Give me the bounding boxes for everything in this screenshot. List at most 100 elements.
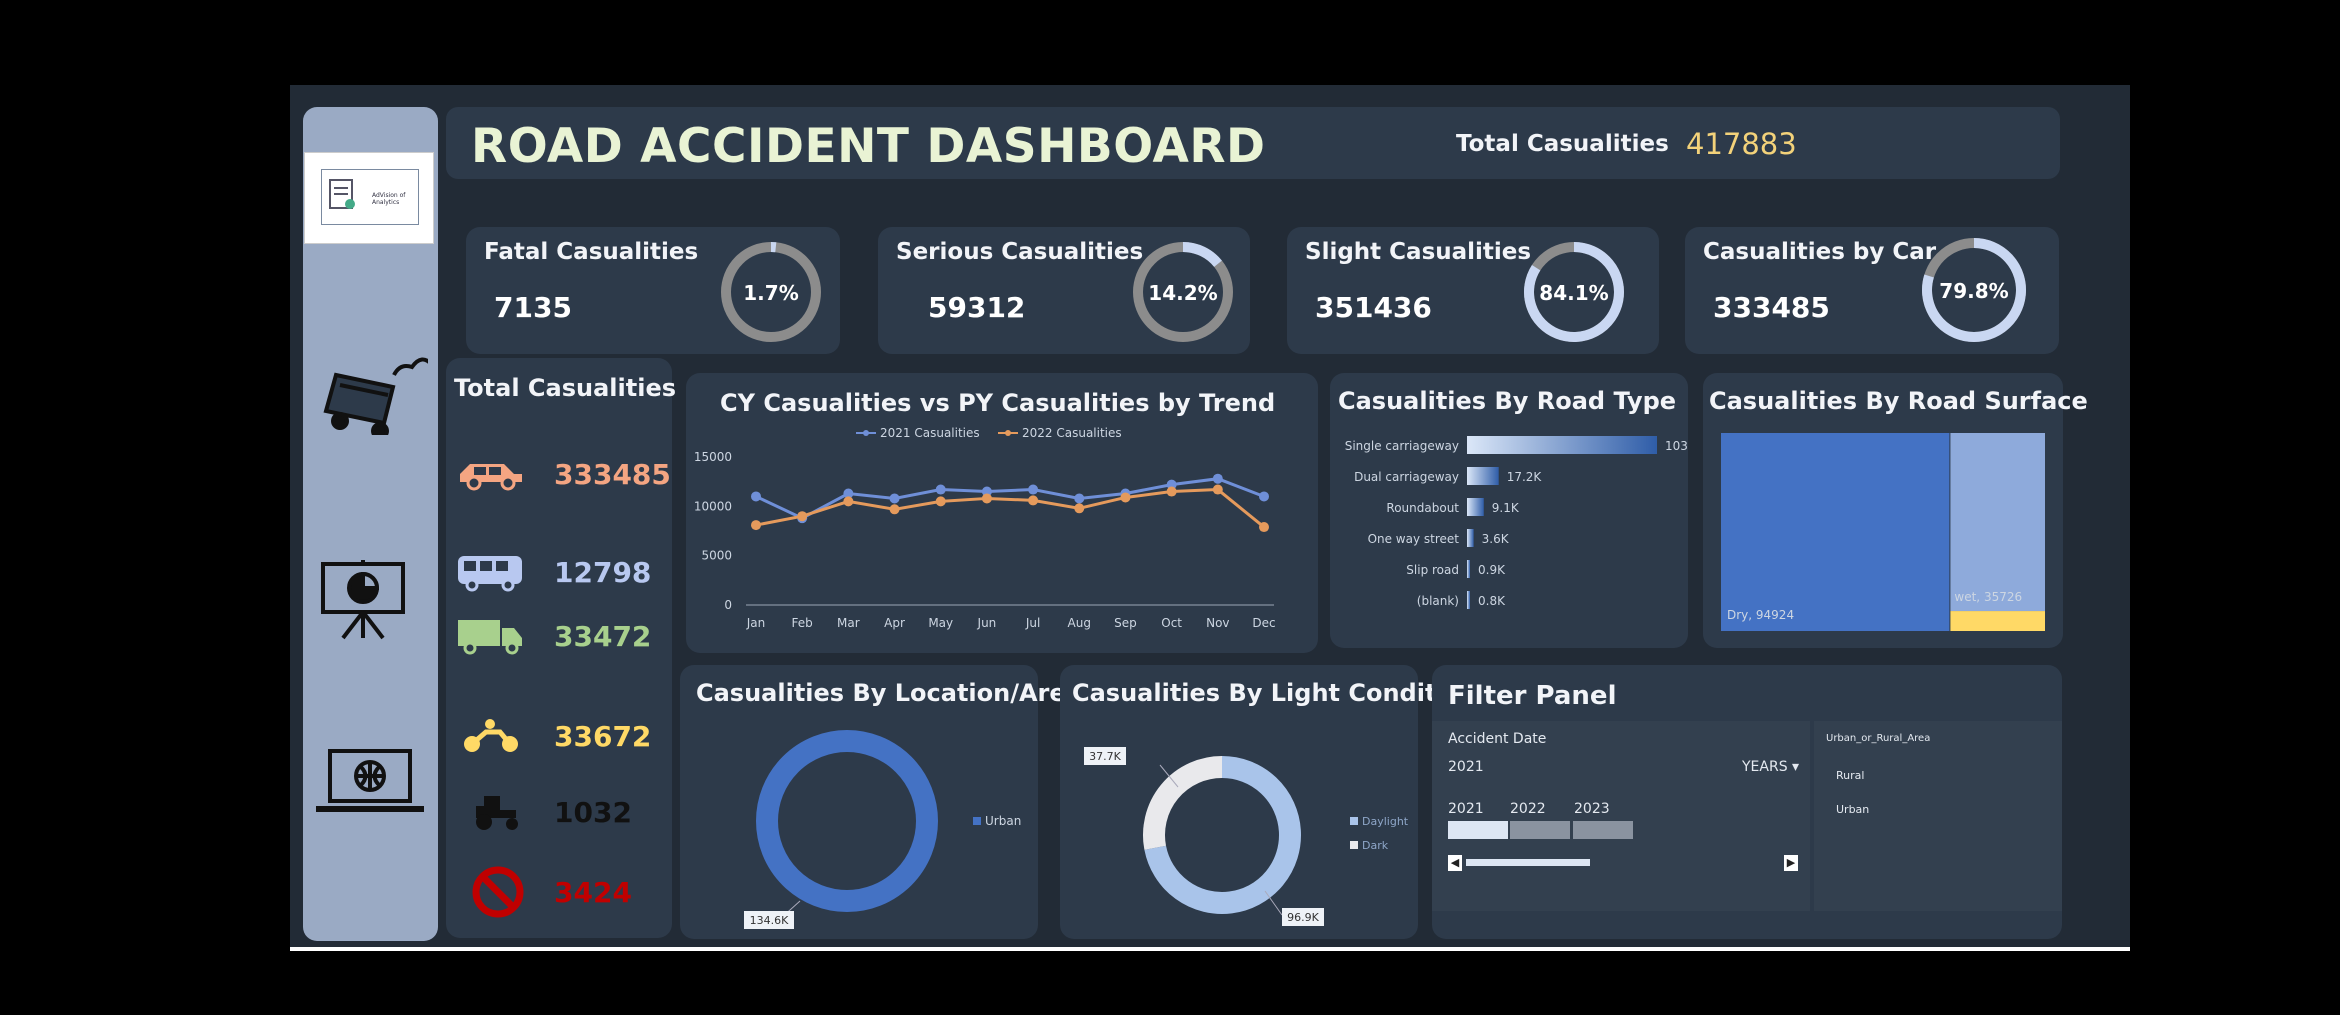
granularity-label: YEARS	[1742, 759, 1788, 775]
car-icon	[460, 464, 522, 491]
bar-category-label: One way street	[1368, 532, 1460, 546]
vehicle-totals-card: Total Casualities 333485 12798 33472 336…	[446, 358, 676, 938]
bar-category-label: Single carriageway	[1345, 439, 1459, 453]
motorcycle-icon	[464, 719, 518, 752]
treemap-cell-other	[1950, 611, 2045, 631]
area-option-rural[interactable]: Rural	[1836, 769, 1864, 782]
header-bar: ROAD ACCIDENT DASHBOARD Total Casualitie…	[446, 107, 2060, 179]
truck-icon	[458, 620, 522, 655]
data-point	[1120, 492, 1131, 503]
vehicle-value: 33472	[554, 620, 652, 653]
kpi-card-fatal[interactable]: Fatal Casualities 7135 1.7%	[466, 227, 840, 354]
chart-title: Casualities By Light Conditions	[1072, 679, 1493, 707]
kpi-percent: 84.1%	[1539, 281, 1608, 305]
chart-title: Casualities By Road Surface	[1709, 387, 2088, 415]
bar	[1467, 498, 1484, 516]
legend-label: 2022 Casualities	[1022, 426, 1122, 440]
vehicle-row-bus[interactable]: 12798	[446, 548, 676, 598]
kpi-ring-fill	[1182, 242, 1222, 268]
y-tick-label: 0	[724, 598, 732, 612]
bar-category-label: Roundabout	[1386, 501, 1459, 515]
vehicle-row-car[interactable]: 333485	[446, 450, 676, 500]
x-tick-label: Feb	[792, 616, 813, 630]
bar-value-label: 103.1K	[1665, 439, 1688, 453]
date-slicer[interactable]: Accident Date 2021 YEARS ▾ 2021 2022 202…	[1432, 721, 1810, 911]
legend-label: 2021 Casualities	[880, 426, 980, 440]
kpi-card-serious[interactable]: Serious Casualities 59312 14.2%	[878, 227, 1250, 354]
data-point	[1028, 495, 1039, 506]
kpi-title: Slight Casualities	[1305, 239, 1532, 265]
kpi-card-car[interactable]: Casualities by Car 333485 79.8%	[1685, 227, 2059, 354]
scroll-left-button[interactable]: ◀	[1448, 855, 1462, 871]
data-point	[1166, 486, 1177, 497]
road-surface-card: Casualities By Road Surface Dry, 94924 we…	[1703, 373, 2088, 648]
chart-title: CY Casualities vs PY Casualities by Tren…	[720, 389, 1276, 417]
tractor-icon	[476, 796, 518, 830]
bar	[1467, 560, 1470, 578]
year-label-2022: 2022	[1510, 801, 1546, 817]
data-point	[843, 496, 854, 507]
treemap-cell-wet	[1950, 433, 2045, 612]
bar-value-label: 3.6K	[1482, 532, 1510, 546]
vehicle-row-truck[interactable]: 33472	[446, 612, 676, 662]
vehicle-row-tractor[interactable]: 1032	[446, 788, 676, 838]
legend-label: Daylight	[1362, 815, 1409, 828]
series-line	[755, 488, 1265, 529]
donut-slice	[1143, 756, 1223, 850]
treemap-label: Dry, 94924	[1727, 608, 1794, 622]
bar-value-label: 9.1K	[1492, 501, 1520, 515]
logo-text: AdVision of Analytics	[372, 192, 406, 206]
trend-line-chart: 2021 Casualities 2022 Casualities 0 5000 100…	[694, 426, 1276, 630]
kpi-value: 59312	[928, 291, 1026, 324]
timeline-scrollbar[interactable]	[1466, 859, 1590, 866]
kpi-value: 333485	[1713, 291, 1830, 324]
crash-car-icon[interactable]	[318, 335, 428, 435]
legend-marker	[863, 430, 869, 436]
bar-category-label: Slip road	[1406, 563, 1459, 577]
granularity-dropdown[interactable]: YEARS ▾	[1742, 759, 1799, 775]
bar-category-label: (blank)	[1417, 594, 1459, 608]
area-option-urban[interactable]: Urban	[1836, 803, 1869, 816]
scroll-right-button[interactable]: ▶	[1784, 855, 1798, 871]
data-point	[1074, 503, 1085, 514]
road-type-card: Casualities By Road Type Single carriage…	[1330, 373, 1688, 648]
laptop-icon[interactable]	[314, 747, 426, 817]
vehicle-row-other[interactable]: 3424	[446, 866, 676, 918]
kpi-title: Casualities by Car	[1703, 239, 1937, 265]
legend-label: Dark	[1362, 839, 1389, 852]
kpi-value: 351436	[1315, 291, 1432, 324]
year-label-2023: 2023	[1574, 801, 1610, 817]
data-point	[1074, 493, 1085, 504]
x-tick-label: Mar	[837, 616, 860, 630]
x-tick-label: May	[928, 616, 953, 630]
data-point	[889, 504, 900, 515]
road-surface-treemap: Dry, 94924 wet, 35726	[1721, 433, 2045, 631]
data-point	[1259, 522, 1269, 533]
bar	[1467, 467, 1499, 485]
year-label-2021: 2021	[1448, 801, 1484, 817]
vehicle-row-motorcycle[interactable]: 33672	[446, 712, 676, 762]
x-tick-label: Oct	[1161, 616, 1182, 630]
filter-panel: Filter Panel Accident Date 2021 YEARS ▾ …	[1432, 665, 2062, 939]
x-tick-label: Jul	[1025, 616, 1040, 630]
data-point	[1028, 484, 1039, 495]
data-point	[1212, 484, 1223, 495]
vehicle-value: 333485	[554, 458, 671, 491]
no-entry-icon	[472, 866, 524, 918]
kpi-card-slight[interactable]: Slight Casualities 351436 84.1%	[1287, 227, 1659, 354]
timeline-cell-2021[interactable]	[1448, 821, 1508, 839]
logo-frame: AdVision of Analytics	[321, 169, 419, 225]
data-point	[981, 493, 992, 504]
timeline-cell-2023[interactable]	[1573, 821, 1633, 839]
legend-swatch	[973, 817, 981, 825]
logo: AdVision of Analytics	[304, 152, 434, 244]
area-slicer[interactable]: Urban_or_Rural_Area Rural Urban	[1814, 721, 2062, 911]
kpi-value: 7135	[494, 291, 572, 324]
presentation-icon[interactable]	[318, 556, 408, 640]
bar	[1467, 529, 1474, 547]
location-donut-chart: Urban 134.6K	[744, 730, 1021, 929]
timeline-cell-2022[interactable]	[1510, 821, 1570, 839]
vehicle-value: 3424	[554, 876, 632, 909]
bar-value-label: 0.9K	[1478, 563, 1506, 577]
filter-title: Filter Panel	[1448, 681, 1617, 711]
